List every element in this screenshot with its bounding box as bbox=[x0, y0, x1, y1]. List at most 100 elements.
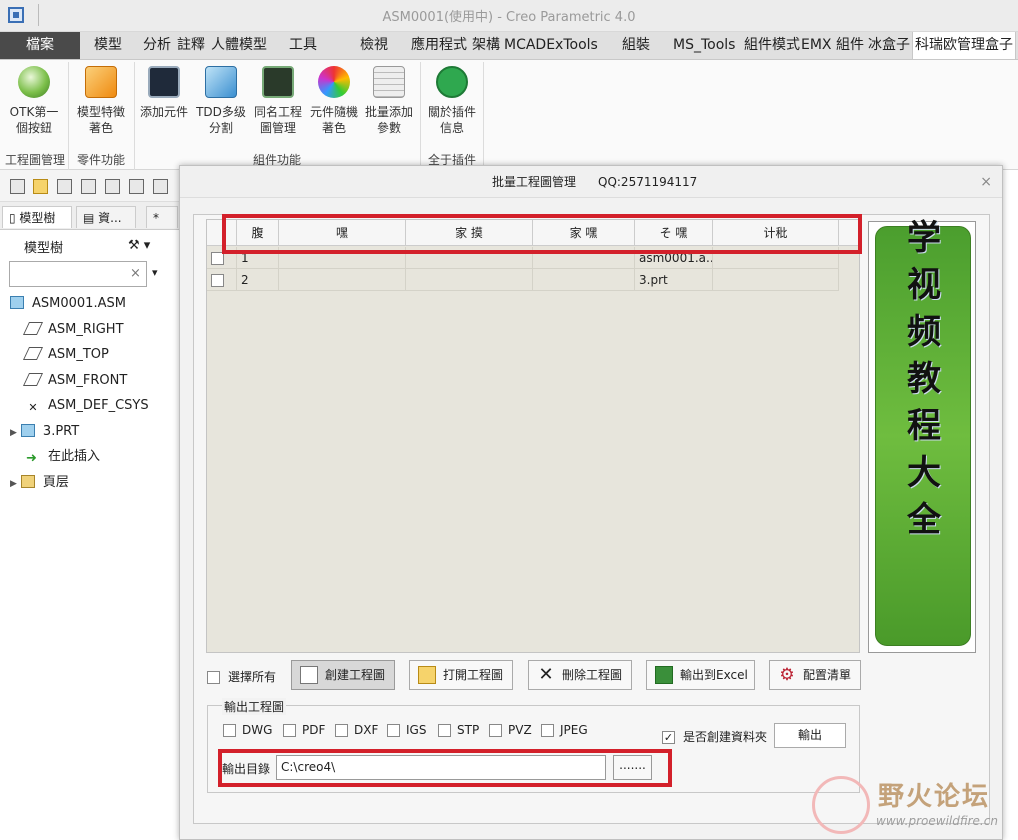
tree-item-asm-def-csys[interactable]: ✕ ASM_DEF_CSYS bbox=[26, 396, 148, 416]
checkbox[interactable] bbox=[387, 724, 400, 737]
table-cell bbox=[279, 269, 406, 291]
tab-mcadextools[interactable]: MCADExTools bbox=[504, 32, 598, 59]
open-folder-icon[interactable] bbox=[33, 179, 48, 194]
title-bar: ASM0001(使用中) - Creo Parametric 4.0 bbox=[0, 0, 1018, 32]
tree-item-asm-top[interactable]: ASM_TOP bbox=[22, 345, 109, 365]
dialog-title: 批量工程圖管理 bbox=[492, 175, 577, 189]
datum-plane-icon bbox=[22, 373, 44, 386]
regenerate-icon[interactable] bbox=[81, 179, 96, 194]
checkbox[interactable] bbox=[438, 724, 451, 737]
group-label-drawing: 工程圖管理 bbox=[5, 153, 66, 167]
otk-first-button[interactable]: OTK第一 個按鈕 bbox=[4, 64, 64, 136]
format-stp-checkbox[interactable]: STP bbox=[438, 723, 479, 737]
checked-box[interactable]: ✓ bbox=[662, 731, 675, 744]
table-cell: 3.prt bbox=[635, 269, 713, 291]
checkbox[interactable] bbox=[335, 724, 348, 737]
random-color-button[interactable]: 元件隨機 著色 bbox=[307, 64, 361, 136]
table-icon bbox=[373, 66, 405, 98]
tab-framework[interactable]: 架構 bbox=[472, 32, 500, 59]
dialog-close-button[interactable]: × bbox=[980, 166, 992, 198]
format-jpeg-checkbox[interactable]: JPEG bbox=[541, 723, 588, 737]
tab-assembly-mode[interactable]: 組件模式 bbox=[744, 32, 800, 59]
highlight-box-header bbox=[222, 214, 862, 254]
format-pvz-checkbox[interactable]: PVZ bbox=[489, 723, 532, 737]
checkbox[interactable] bbox=[541, 724, 554, 737]
feature-color-button[interactable]: 模型特徵 著色 bbox=[71, 64, 131, 136]
tree-item-asm0001[interactable]: ASM0001.ASM bbox=[10, 294, 126, 314]
export-button[interactable]: 輸出 bbox=[774, 723, 846, 748]
tdd-split-button[interactable]: TDD多级 分割 bbox=[193, 64, 249, 136]
tab-assembly[interactable]: 組裝 bbox=[622, 32, 650, 59]
tree-search-input[interactable] bbox=[9, 261, 147, 287]
group-separator bbox=[420, 62, 421, 170]
panel-tabs: ▯ 模型樹 ▤ 資... * bbox=[0, 202, 180, 230]
table-cell bbox=[713, 269, 839, 291]
search-dropdown-icon[interactable]: ▾ bbox=[152, 266, 158, 279]
new-file-icon[interactable] bbox=[10, 179, 25, 194]
row-checkbox[interactable] bbox=[211, 274, 224, 287]
clear-search-icon[interactable]: × bbox=[130, 266, 141, 281]
same-name-drawing-button[interactable]: 同名工程 圖管理 bbox=[251, 64, 305, 136]
tree-item-insert-here[interactable]: ➜ 在此插入 bbox=[26, 447, 100, 467]
select-all-checkbox[interactable]: 選擇所有 bbox=[207, 668, 276, 685]
checkbox[interactable] bbox=[489, 724, 502, 737]
tab-ms-tools[interactable]: MS_Tools bbox=[673, 32, 735, 59]
expand-arrow-icon[interactable]: ▶ bbox=[10, 428, 17, 438]
open-drawing-button[interactable]: 打開工程圖 bbox=[409, 660, 513, 690]
tab-tools[interactable]: 工具 bbox=[289, 32, 317, 59]
tab-file[interactable]: 檔案 bbox=[0, 32, 80, 59]
window-icon[interactable] bbox=[105, 179, 120, 194]
dialog-qq: QQ:2571194117 bbox=[598, 175, 698, 189]
video-banner-text: 学 视 频 教 程 大 全 bbox=[907, 218, 941, 540]
tab-model-tree[interactable]: ▯ 模型樹 bbox=[2, 206, 72, 228]
tab-view[interactable]: 檢視 bbox=[360, 32, 388, 59]
close-window-icon[interactable] bbox=[129, 179, 144, 194]
tab-keruio-box[interactable]: 科瑞欧管理盒子 bbox=[912, 32, 1016, 59]
tab-resources[interactable]: ▤ 資... bbox=[76, 206, 136, 228]
format-pdf-checkbox[interactable]: PDF bbox=[283, 723, 325, 737]
video-tutorial-panel[interactable]: 学 视 频 教 程 大 全 bbox=[868, 218, 976, 653]
expand-arrow-icon[interactable]: ▶ bbox=[10, 479, 17, 489]
print-icon[interactable] bbox=[153, 179, 168, 194]
model-tree-tab-icon: ▯ bbox=[9, 211, 20, 225]
tree-item-asm-front[interactable]: ASM_FRONT bbox=[22, 371, 127, 391]
drawing-icon bbox=[262, 66, 294, 98]
delete-drawing-button[interactable]: ✕ 刪除工程圖 bbox=[528, 660, 632, 690]
tab-favorites[interactable]: * bbox=[146, 206, 178, 228]
tab-ice-box[interactable]: 冰盒子 bbox=[868, 32, 910, 59]
config-list-button[interactable]: ⚙ 配置清單 bbox=[769, 660, 861, 690]
ribbon: OTK第一 個按鈕 模型特徵 著色 添加元件 TDD多级 分割 同名工程 圖管理… bbox=[0, 60, 1018, 170]
video-banner[interactable]: 学 视 频 教 程 大 全 bbox=[875, 218, 971, 646]
tree-item-layers[interactable]: ▶ 頁层 bbox=[10, 473, 69, 493]
model-tree-header: 模型樹 bbox=[24, 241, 64, 256]
save-icon[interactable] bbox=[57, 179, 72, 194]
table-row[interactable]: 2 3.prt bbox=[207, 269, 839, 291]
checkbox[interactable] bbox=[223, 724, 236, 737]
layers-icon bbox=[205, 66, 237, 98]
green-orb-icon bbox=[18, 66, 50, 98]
dialog-title-bar: 批量工程圖管理 QQ:2571194117 × bbox=[180, 166, 1002, 198]
row-checkbox-cell bbox=[207, 269, 237, 291]
tab-model[interactable]: 模型 bbox=[94, 32, 122, 59]
create-folder-checkbox[interactable]: ✓ 是否創建資料夾 bbox=[662, 728, 767, 745]
create-drawing-button[interactable]: 創建工程圖 bbox=[291, 660, 395, 690]
open-folder-icon bbox=[418, 666, 436, 684]
row-index: 2 bbox=[237, 269, 279, 291]
select-all-box[interactable] bbox=[207, 671, 220, 684]
tab-applications[interactable]: 應用程式 bbox=[411, 32, 467, 59]
tree-item-3-prt[interactable]: ▶ 3.PRT bbox=[10, 422, 79, 442]
export-excel-button[interactable]: 輸出到Excel bbox=[646, 660, 755, 690]
batch-add-param-button[interactable]: 批量添加 參數 bbox=[362, 64, 416, 136]
tree-settings-icon[interactable]: ⚒ ▾ bbox=[128, 238, 150, 253]
tab-analysis[interactable]: 分析 bbox=[143, 32, 171, 59]
format-dxf-checkbox[interactable]: DXF bbox=[335, 723, 378, 737]
format-igs-checkbox[interactable]: IGS bbox=[387, 723, 426, 737]
checkbox[interactable] bbox=[283, 724, 296, 737]
tab-human-model[interactable]: 人體模型 bbox=[211, 32, 267, 59]
tab-emx-assembly[interactable]: EMX 組件 bbox=[801, 32, 864, 59]
tree-item-asm-right[interactable]: ASM_RIGHT bbox=[22, 320, 124, 340]
format-dwg-checkbox[interactable]: DWG bbox=[223, 723, 272, 737]
add-component-button[interactable]: 添加元件 bbox=[137, 64, 191, 120]
tab-annotate[interactable]: 註釋 bbox=[177, 32, 205, 59]
about-plugin-button[interactable]: 關於插件 信息 bbox=[424, 64, 480, 136]
